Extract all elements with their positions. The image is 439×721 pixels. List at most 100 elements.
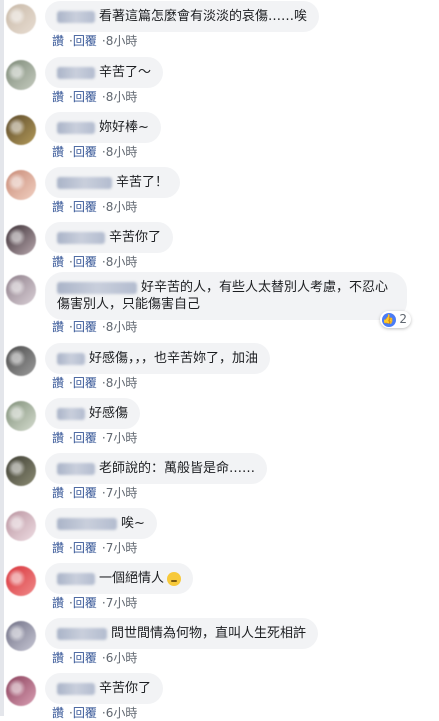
like-reaction-icon: 👍 xyxy=(381,312,396,327)
comment-actions: 讚 ·回覆 ·6小時 xyxy=(52,704,137,721)
like-link[interactable]: 讚 xyxy=(52,34,64,48)
reply-link[interactable]: 回覆 xyxy=(73,651,97,665)
timestamp[interactable]: 8小時 xyxy=(106,255,138,269)
avatar[interactable] xyxy=(6,4,36,34)
avatar[interactable] xyxy=(6,621,36,651)
avatar[interactable] xyxy=(6,275,36,305)
reply-link[interactable]: 回覆 xyxy=(73,320,97,334)
avatar[interactable] xyxy=(6,60,36,90)
comment-text: 妳好棒~ xyxy=(99,120,149,135)
reaction-summary[interactable]: 👍 2 xyxy=(379,311,411,328)
timestamp[interactable]: 7小時 xyxy=(106,431,138,445)
reply-link[interactable]: 回覆 xyxy=(73,145,97,159)
commenter-name-blurred[interactable] xyxy=(57,572,95,585)
like-link[interactable]: 讚 xyxy=(52,255,64,269)
like-link[interactable]: 讚 xyxy=(52,320,64,334)
avatar[interactable] xyxy=(6,225,36,255)
commenter-name-blurred[interactable] xyxy=(57,407,85,420)
like-link[interactable]: 讚 xyxy=(52,651,64,665)
like-link[interactable]: 讚 xyxy=(52,486,64,500)
timestamp[interactable]: 6小時 xyxy=(106,651,138,665)
comment-actions: 讚 ·回覆 ·8小時 xyxy=(52,374,137,391)
timestamp[interactable]: 7小時 xyxy=(106,541,138,555)
like-link[interactable]: 讚 xyxy=(52,541,64,555)
timestamp[interactable]: 8小時 xyxy=(106,200,138,214)
like-link[interactable]: 讚 xyxy=(52,376,64,390)
comment-text: 好感傷，，，也辛苦妳了，加油 xyxy=(89,351,259,366)
reaction-count: 2 xyxy=(399,312,407,326)
commenter-name-blurred[interactable] xyxy=(57,281,137,294)
avatar[interactable] xyxy=(6,346,36,376)
left-border xyxy=(0,0,4,716)
comment-text: 老師說的：萬般皆是命…… xyxy=(99,461,256,476)
reply-link[interactable]: 回覆 xyxy=(73,200,97,214)
like-link[interactable]: 讚 xyxy=(52,706,64,720)
comment-text: 好感傷 xyxy=(89,406,129,421)
comment-bubble: 一個絕情人 xyxy=(45,563,194,594)
avatar[interactable] xyxy=(6,511,36,541)
like-link[interactable]: 讚 xyxy=(52,90,64,104)
timestamp[interactable]: 8小時 xyxy=(106,376,138,390)
comment-bubble: 辛苦了～ xyxy=(45,57,164,88)
reply-link[interactable]: 回覆 xyxy=(73,34,97,48)
reply-link[interactable]: 回覆 xyxy=(73,486,97,500)
comment-actions: 讚 ·回覆 ·8小時 xyxy=(52,253,137,270)
reply-link[interactable]: 回覆 xyxy=(73,376,97,390)
avatar[interactable] xyxy=(6,456,36,486)
commenter-name-blurred[interactable] xyxy=(57,176,112,189)
commenter-name-blurred[interactable] xyxy=(57,231,105,244)
comment-actions: 讚 ·回覆 ·8小時 xyxy=(52,143,137,160)
comment-text: 看著這篇怎麼會有淡淡的哀傷……唉 xyxy=(99,9,308,24)
avatar[interactable] xyxy=(6,170,36,200)
comment-actions: 讚 ·回覆 ·7小時 xyxy=(52,539,137,556)
commenter-name-blurred[interactable] xyxy=(57,121,95,134)
comment-bubble: 老師說的：萬般皆是命…… xyxy=(45,453,268,484)
like-link[interactable]: 讚 xyxy=(52,431,64,445)
timestamp[interactable]: 8小時 xyxy=(106,145,138,159)
comment-text: 問世間情為何物，直叫人生死相許 xyxy=(111,626,307,641)
reply-link[interactable]: 回覆 xyxy=(73,706,97,720)
timestamp[interactable]: 8小時 xyxy=(106,320,138,334)
comment-text: 辛苦了！ xyxy=(116,175,169,190)
comment-bubble: 好感傷 xyxy=(45,398,141,429)
comment-bubble: 好辛苦的人，有些人太替別人考慮，不忍心傷害別人，只能傷害自己 xyxy=(45,272,407,320)
avatar[interactable] xyxy=(6,566,36,596)
reply-link[interactable]: 回覆 xyxy=(73,90,97,104)
comment-bubble: 問世間情為何物，直叫人生死相許 xyxy=(45,618,319,649)
commenter-name-blurred[interactable] xyxy=(57,66,95,79)
avatar[interactable] xyxy=(6,676,36,706)
commenter-name-blurred[interactable] xyxy=(57,627,107,640)
timestamp[interactable]: 6小時 xyxy=(106,706,138,720)
commenter-name-blurred[interactable] xyxy=(57,352,85,365)
like-link[interactable]: 讚 xyxy=(52,200,64,214)
timestamp[interactable]: 8小時 xyxy=(106,34,138,48)
comment-bubble: 辛苦你了 xyxy=(45,673,164,704)
comment-bubble: 妳好棒~ xyxy=(45,112,161,143)
comment-text: 辛苦你了 xyxy=(99,681,152,696)
reply-link[interactable]: 回覆 xyxy=(73,255,97,269)
reply-link[interactable]: 回覆 xyxy=(73,541,97,555)
timestamp[interactable]: 7小時 xyxy=(106,486,138,500)
commenter-name-blurred[interactable] xyxy=(57,10,95,23)
comment-actions: 讚 ·回覆 ·8小時 xyxy=(52,88,137,105)
commenter-name-blurred[interactable] xyxy=(57,462,95,475)
crying-face-icon xyxy=(167,571,182,586)
timestamp[interactable]: 7小時 xyxy=(106,596,138,610)
reply-link[interactable]: 回覆 xyxy=(73,596,97,610)
comment-actions: 讚 ·回覆 ·8小時 xyxy=(52,32,137,49)
comment-text: 一個絕情人 xyxy=(99,571,165,586)
comment-text: 辛苦你了 xyxy=(109,230,162,245)
like-link[interactable]: 讚 xyxy=(52,596,64,610)
comment-actions: 讚 ·回覆 ·6小時 xyxy=(52,649,137,666)
timestamp[interactable]: 8小時 xyxy=(106,90,138,104)
commenter-name-blurred[interactable] xyxy=(57,682,95,695)
comment-actions: 讚 ·回覆 ·7小時 xyxy=(52,484,137,501)
comment-bubble: 看著這篇怎麼會有淡淡的哀傷……唉 xyxy=(45,1,320,32)
commenter-name-blurred[interactable] xyxy=(57,517,117,530)
reply-link[interactable]: 回覆 xyxy=(73,431,97,445)
avatar[interactable] xyxy=(6,401,36,431)
avatar[interactable] xyxy=(6,115,36,145)
like-link[interactable]: 讚 xyxy=(52,145,64,159)
comment-bubble: 好感傷，，，也辛苦妳了，加油 xyxy=(45,343,271,374)
comment-bubble: 唉~ xyxy=(45,508,157,539)
